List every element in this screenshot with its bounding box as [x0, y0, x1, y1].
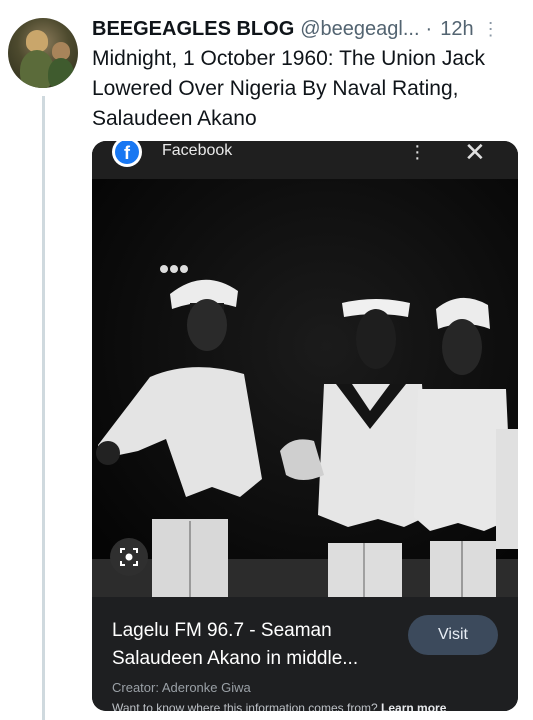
author-name[interactable]: BEEGEAGLES BLOG — [92, 18, 294, 41]
dot-separator: · — [425, 17, 433, 40]
source-info-question: Want to know where this information come… — [112, 701, 378, 711]
tweet-header: BEEGEAGLES BLOG @beegeagl... · 12h ⋮ — [92, 14, 522, 44]
google-lens-icon[interactable] — [110, 538, 148, 576]
visit-button[interactable]: Visit — [408, 615, 498, 655]
kebab-menu-icon[interactable]: · · · — [414, 141, 421, 168]
naval-ratings-photo[interactable] — [92, 179, 518, 597]
card-info-panel: Lagelu FM 96.7 - Seaman Salaudeen Akano … — [92, 597, 518, 711]
image-caption[interactable]: Lagelu FM 96.7 - Seaman Salaudeen Akano … — [112, 617, 392, 673]
facebook-icon: f — [112, 141, 142, 167]
source-info-text: Want to know where this information come… — [112, 701, 446, 711]
creator-credit: Creator: Aderonke Giwa — [112, 680, 251, 695]
source-label: Facebook — [162, 142, 233, 159]
close-icon[interactable]: ✕ — [464, 141, 486, 168]
more-options-icon[interactable]: ⋮ — [482, 19, 500, 40]
image-preview-card: f Facebook · · · ✕ Lagelu FM 96.7 - Seam… — [92, 141, 518, 711]
author-handle[interactable]: @beegeagl... — [300, 18, 419, 41]
card-top-bar: f Facebook · · · ✕ — [92, 141, 518, 179]
tweet-text: Midnight, 1 October 1960: The Union Jack… — [92, 47, 486, 130]
author-avatar[interactable] — [8, 18, 78, 88]
learn-more-link[interactable]: Learn more — [381, 701, 446, 711]
timestamp[interactable]: 12h — [440, 18, 473, 41]
thread-line — [42, 96, 45, 720]
